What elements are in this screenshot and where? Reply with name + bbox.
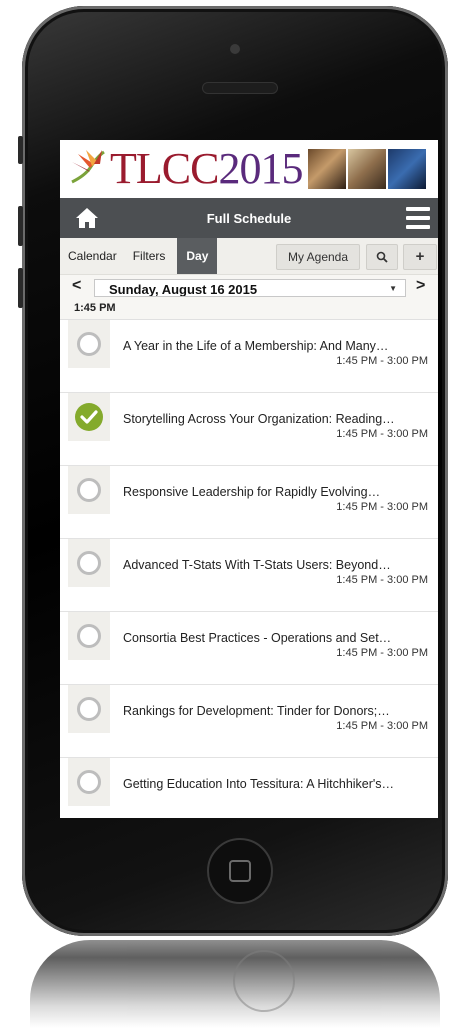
session-time: 1:45 PM - 3:00 PM — [336, 720, 428, 732]
hamburger-menu-icon[interactable] — [406, 207, 430, 229]
date-navigation: < Sunday, August 16 2015 ▼ > — [60, 275, 438, 297]
next-day-arrow-icon[interactable]: > — [416, 277, 425, 295]
phone-reflection — [30, 940, 440, 1028]
view-tabs: Calendar Filters Day My Agenda + — [60, 238, 438, 275]
reflection-home-button — [233, 950, 295, 1012]
add-button[interactable]: + — [403, 244, 437, 270]
session-checkbox[interactable] — [68, 612, 110, 660]
app-header: Full Schedule — [60, 198, 438, 238]
session-row[interactable]: Advanced T-Stats With T-Stats Users: Bey… — [60, 539, 438, 612]
mute-switch — [18, 136, 23, 164]
volume-down-button — [18, 268, 23, 308]
time-slot-header: 1:45 PM — [60, 297, 438, 320]
date-select[interactable]: Sunday, August 16 2015 ▼ — [94, 279, 406, 297]
tab-day[interactable]: Day — [177, 238, 218, 274]
conference-title: TLCC2015 — [110, 144, 303, 193]
tab-filters[interactable]: Filters — [125, 238, 174, 274]
home-button-square-icon — [229, 860, 251, 882]
session-time: 1:45 PM - 3:00 PM — [336, 428, 428, 440]
unchecked-circle-icon — [77, 624, 101, 648]
previous-day-arrow-icon[interactable]: < — [72, 277, 81, 295]
session-list: A Year in the Life of a Membership: And … — [60, 320, 438, 818]
session-time: 1:45 PM - 3:00 PM — [336, 647, 428, 659]
my-agenda-button[interactable]: My Agenda — [276, 244, 360, 270]
session-row[interactable]: Rankings for Development: Tinder for Don… — [60, 685, 438, 758]
session-title[interactable]: Storytelling Across Your Organization: R… — [123, 412, 429, 426]
session-checkbox[interactable] — [68, 466, 110, 514]
bird-of-paradise-logo-icon — [71, 150, 105, 184]
session-checkbox[interactable] — [68, 539, 110, 587]
search-button[interactable] — [366, 244, 398, 270]
session-checkbox[interactable] — [68, 685, 110, 733]
session-title[interactable]: A Year in the Life of a Membership: And … — [123, 339, 429, 353]
session-row[interactable]: A Year in the Life of a Membership: And … — [60, 320, 438, 393]
volume-up-button — [18, 206, 23, 246]
session-title[interactable]: Consortia Best Practices - Operations an… — [123, 631, 429, 645]
banner-photo-3 — [388, 149, 427, 189]
unchecked-circle-icon — [77, 332, 101, 356]
session-row[interactable]: Storytelling Across Your Organization: R… — [60, 393, 438, 466]
session-row[interactable]: Responsive Leadership for Rapidly Evolvi… — [60, 466, 438, 539]
unchecked-circle-icon — [77, 697, 101, 721]
app-screen: TLCC2015 Full Schedule Calendar Filters … — [60, 140, 438, 818]
banner-photos — [306, 149, 427, 189]
session-checkbox[interactable] — [68, 393, 110, 441]
search-icon — [376, 251, 388, 263]
chevron-down-icon: ▼ — [389, 284, 397, 293]
session-title[interactable]: Rankings for Development: Tinder for Don… — [123, 704, 429, 718]
session-time: 1:45 PM - 3:00 PM — [336, 355, 428, 367]
banner-photo-1 — [308, 149, 347, 189]
session-row[interactable]: Consortia Best Practices - Operations an… — [60, 612, 438, 685]
conference-banner: TLCC2015 — [60, 140, 438, 198]
unchecked-circle-icon — [77, 770, 101, 794]
session-checkbox[interactable] — [68, 320, 110, 368]
session-row[interactable]: Getting Education Into Tessitura: A Hitc… — [60, 758, 438, 818]
home-icon[interactable] — [74, 205, 100, 231]
front-camera — [230, 44, 240, 54]
session-time: 1:45 PM - 3:00 PM — [336, 501, 428, 513]
page-title: Full Schedule — [206, 210, 292, 226]
tab-calendar[interactable]: Calendar — [60, 238, 125, 274]
session-checkbox[interactable] — [68, 758, 110, 806]
unchecked-circle-icon — [77, 551, 101, 575]
session-title[interactable]: Advanced T-Stats With T-Stats Users: Bey… — [123, 558, 429, 572]
session-title[interactable]: Responsive Leadership for Rapidly Evolvi… — [123, 485, 429, 499]
unchecked-circle-icon — [77, 478, 101, 502]
banner-photo-2 — [348, 149, 387, 189]
home-button[interactable] — [207, 838, 273, 904]
session-time: 1:45 PM - 3:00 PM — [336, 574, 428, 586]
session-title[interactable]: Getting Education Into Tessitura: A Hitc… — [123, 777, 429, 791]
earpiece-speaker — [202, 82, 278, 94]
checkmark-icon — [75, 403, 103, 431]
selected-date: Sunday, August 16 2015 — [109, 282, 258, 297]
